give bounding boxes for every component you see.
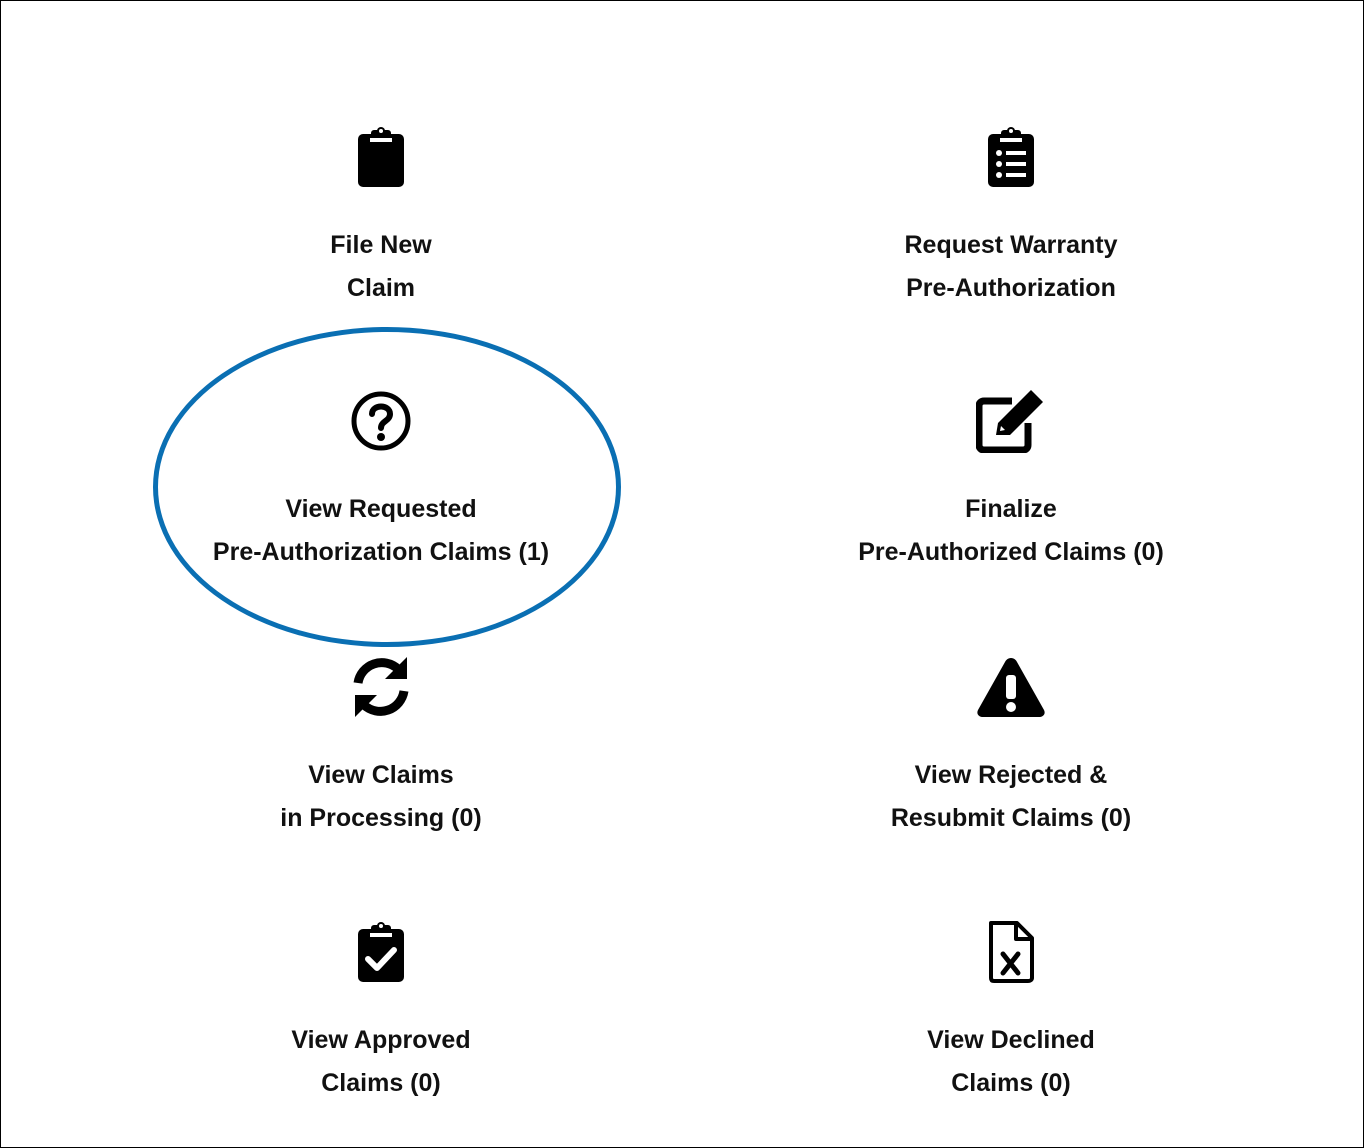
rejected-line1: View Rejected &	[914, 761, 1108, 789]
approved-line2: Claims (0)	[321, 1069, 441, 1097]
file-excel-icon	[976, 917, 1046, 987]
request-warranty-line2: Pre-Authorization	[906, 274, 1116, 302]
warning-icon	[976, 652, 1046, 722]
clipboard-check-icon	[346, 917, 416, 987]
request-warranty-line1: Request Warranty	[904, 231, 1118, 259]
in-processing-line1: View Claims	[308, 761, 454, 789]
request-warranty-button[interactable]: Request Warranty Pre-Authorization	[781, 122, 1241, 310]
sync-icon	[346, 652, 416, 722]
page-frame: File New Claim Request Warranty Pre-Auth…	[0, 0, 1364, 1148]
edit-icon	[976, 386, 1046, 456]
finalize-line2: Pre-Authorized Claims (0)	[858, 538, 1164, 566]
file-new-claim-button[interactable]: File New Claim	[151, 122, 611, 310]
in-processing-line2: in Processing (0)	[280, 804, 482, 832]
declined-line1: View Declined	[927, 1026, 1095, 1054]
view-rejected-claims-button[interactable]: View Rejected & Resubmit Claims (0)	[781, 652, 1241, 840]
approved-line1: View Approved	[291, 1026, 471, 1054]
view-requested-claims-button[interactable]: View Requested Pre-Authorization Claims …	[151, 386, 611, 574]
view-approved-claims-button[interactable]: View Approved Claims (0)	[151, 917, 611, 1105]
finalize-line1: Finalize	[965, 495, 1057, 523]
finalize-claims-button[interactable]: Finalize Pre-Authorized Claims (0)	[781, 386, 1241, 574]
rejected-line2: Resubmit Claims (0)	[890, 804, 1132, 832]
clipboard-icon	[346, 122, 416, 192]
view-requested-line1: View Requested	[285, 495, 477, 523]
view-declined-claims-button[interactable]: View Declined Claims (0)	[781, 917, 1241, 1105]
file-new-claim-line2: Claim	[346, 274, 416, 302]
view-requested-line2: Pre-Authorization Claims (1)	[212, 538, 550, 566]
declined-line2: Claims (0)	[951, 1069, 1071, 1097]
file-new-claim-line1: File New	[330, 231, 432, 259]
question-circle-icon	[346, 386, 416, 456]
view-claims-in-processing-button[interactable]: View Claims in Processing (0)	[151, 652, 611, 840]
clipboard-list-icon	[976, 122, 1046, 192]
